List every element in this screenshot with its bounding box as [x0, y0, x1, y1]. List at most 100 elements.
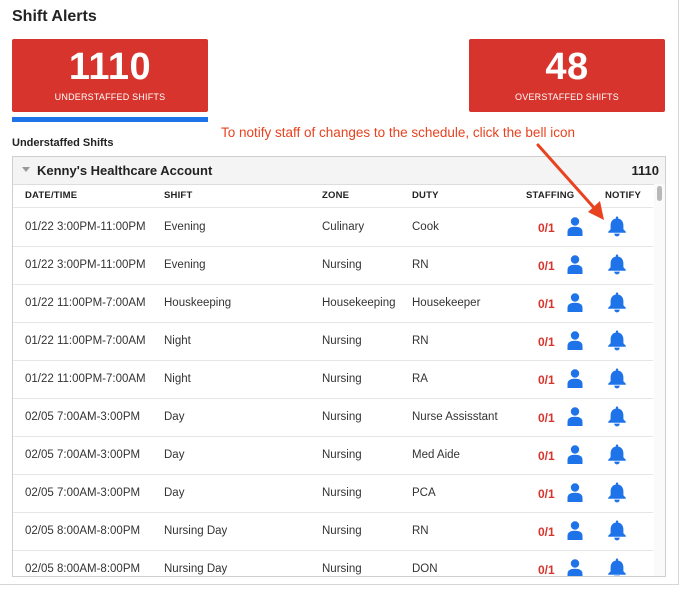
- account-group-header[interactable]: Kenny's Healthcare Account 1110: [13, 157, 665, 185]
- cell-staffing: 0/1: [538, 297, 555, 311]
- person-icon[interactable]: [567, 407, 583, 426]
- cell-datetime: 01/22 3:00PM-11:00PM: [25, 221, 146, 233]
- cell-duty: RN: [412, 335, 429, 347]
- cell-zone: Nursing: [322, 411, 362, 423]
- cell-shift: Night: [164, 373, 191, 385]
- overstaffed-label: OVERSTAFFED SHIFTS: [515, 92, 619, 102]
- cell-zone: Culinary: [322, 221, 365, 233]
- vertical-scrollbar[interactable]: [654, 184, 665, 576]
- cell-duty: Nurse Assisstant: [412, 411, 498, 423]
- cell-duty: RN: [412, 259, 429, 271]
- person-icon[interactable]: [567, 369, 583, 388]
- table-row: 02/05 8:00AM-8:00PM Nursing Day Nursing …: [13, 550, 653, 577]
- cell-zone: Nursing: [322, 449, 362, 461]
- cell-zone: Housekeeping: [322, 297, 396, 309]
- table-row: 02/05 7:00AM-3:00PM Day Nursing Nurse As…: [13, 398, 653, 437]
- cell-datetime: 01/22 3:00PM-11:00PM: [25, 259, 146, 271]
- overstaffed-card[interactable]: 48 OVERSTAFFED SHIFTS: [469, 39, 665, 112]
- cell-shift: Day: [164, 411, 185, 423]
- cell-duty: DON: [412, 563, 438, 575]
- person-icon[interactable]: [567, 559, 583, 577]
- bell-icon[interactable]: [607, 330, 627, 351]
- col-header-datetime: DATE/TIME: [25, 190, 78, 201]
- understaffed-label: UNDERSTAFFED SHIFTS: [54, 92, 166, 102]
- cell-duty: Cook: [412, 221, 439, 233]
- table-row: 02/05 7:00AM-3:00PM Day Nursing Med Aide…: [13, 436, 653, 475]
- cell-duty: RN: [412, 525, 429, 537]
- table-row: 01/22 11:00PM-7:00AM Night Nursing RN 0/…: [13, 322, 653, 361]
- cell-staffing: 0/1: [538, 411, 555, 425]
- table-row: 02/05 7:00AM-3:00PM Day Nursing PCA 0/1: [13, 474, 653, 513]
- selected-tab-indicator: [12, 117, 208, 122]
- understaffed-count: 1110: [68, 46, 152, 88]
- bell-icon[interactable]: [607, 444, 627, 465]
- cell-staffing: 0/1: [538, 335, 555, 349]
- cell-shift: Houskeeping: [164, 297, 232, 309]
- cell-duty: Housekeeper: [412, 297, 481, 309]
- cell-staffing: 0/1: [538, 449, 555, 463]
- cell-staffing: 0/1: [538, 221, 555, 235]
- cell-staffing: 0/1: [538, 487, 555, 501]
- cell-zone: Nursing: [322, 487, 362, 499]
- cell-datetime: 01/22 11:00PM-7:00AM: [25, 297, 146, 309]
- bell-icon[interactable]: [607, 254, 627, 275]
- bell-icon[interactable]: [607, 520, 627, 541]
- cell-shift: Night: [164, 335, 191, 347]
- person-icon[interactable]: [567, 521, 583, 540]
- col-header-staffing: STAFFING: [526, 190, 575, 201]
- table-row: 01/22 3:00PM-11:00PM Evening Nursing RN …: [13, 246, 653, 285]
- page-title: Shift Alerts: [12, 8, 97, 25]
- bell-icon[interactable]: [607, 292, 627, 313]
- cell-zone: Nursing: [322, 373, 362, 385]
- bell-icon[interactable]: [607, 216, 627, 237]
- cell-duty: Med Aide: [412, 449, 460, 461]
- person-icon[interactable]: [567, 483, 583, 502]
- cell-shift: Day: [164, 449, 185, 461]
- table-row: 01/22 11:00PM-7:00AM Houskeeping Houseke…: [13, 284, 653, 323]
- shift-table: Kenny's Healthcare Account 1110 DATE/TIM…: [12, 156, 666, 577]
- cell-datetime: 02/05 7:00AM-3:00PM: [25, 411, 141, 423]
- cell-datetime: 02/05 7:00AM-3:00PM: [25, 487, 141, 499]
- cell-datetime: 02/05 8:00AM-8:00PM: [25, 563, 141, 575]
- bell-icon[interactable]: [607, 482, 627, 503]
- table-row: 01/22 11:00PM-7:00AM Night Nursing RA 0/…: [13, 360, 653, 399]
- person-icon[interactable]: [567, 293, 583, 312]
- cell-shift: Day: [164, 487, 185, 499]
- col-header-notify: NOTIFY: [605, 190, 642, 201]
- cell-staffing: 0/1: [538, 373, 555, 387]
- table-row: 02/05 8:00AM-8:00PM Nursing Day Nursing …: [13, 512, 653, 551]
- cell-zone: Nursing: [322, 525, 362, 537]
- cell-zone: Nursing: [322, 563, 362, 575]
- cell-staffing: 0/1: [538, 563, 555, 577]
- cell-duty: RA: [412, 373, 428, 385]
- section-label: Understaffed Shifts: [12, 137, 114, 149]
- cell-staffing: 0/1: [538, 525, 555, 539]
- bell-icon[interactable]: [607, 558, 627, 577]
- cell-shift: Nursing Day: [164, 563, 228, 575]
- cell-duty: PCA: [412, 487, 436, 499]
- shift-alerts-panel: Shift Alerts 1110 UNDERSTAFFED SHIFTS 48…: [0, 0, 679, 585]
- caret-down-icon[interactable]: [22, 167, 30, 172]
- person-icon[interactable]: [567, 445, 583, 464]
- person-icon[interactable]: [567, 331, 583, 350]
- overstaffed-count: 48: [545, 46, 589, 88]
- annotation-text: To notify staff of changes to the schedu…: [221, 125, 575, 140]
- table-row: 01/22 3:00PM-11:00PM Evening Culinary Co…: [13, 208, 653, 247]
- cell-zone: Nursing: [322, 335, 362, 347]
- col-header-shift: SHIFT: [164, 190, 193, 201]
- account-name: Kenny's Healthcare Account: [37, 163, 213, 178]
- col-header-duty: DUTY: [412, 190, 439, 201]
- cell-datetime: 01/22 11:00PM-7:00AM: [25, 373, 146, 385]
- understaffed-card[interactable]: 1110 UNDERSTAFFED SHIFTS: [12, 39, 208, 112]
- cell-zone: Nursing: [322, 259, 362, 271]
- person-icon[interactable]: [567, 217, 583, 236]
- cell-datetime: 02/05 7:00AM-3:00PM: [25, 449, 141, 461]
- cell-datetime: 01/22 11:00PM-7:00AM: [25, 335, 146, 347]
- person-icon[interactable]: [567, 255, 583, 274]
- bell-icon[interactable]: [607, 406, 627, 427]
- account-count: 1110: [631, 163, 660, 178]
- col-header-zone: ZONE: [322, 190, 350, 201]
- bell-icon[interactable]: [607, 368, 627, 389]
- cell-shift: Nursing Day: [164, 525, 228, 537]
- scroll-thumb[interactable]: [657, 186, 662, 201]
